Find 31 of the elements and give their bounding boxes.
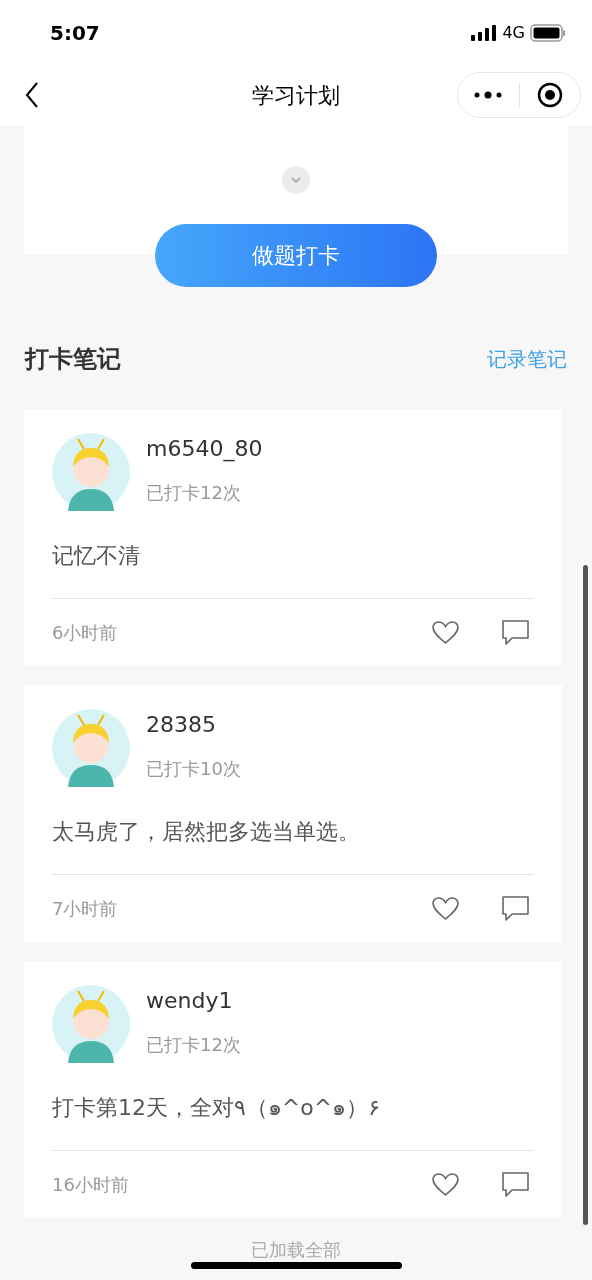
username: wendy1 (146, 987, 234, 1015)
comment-icon[interactable] (502, 1171, 529, 1198)
chevron-down-icon (290, 176, 302, 184)
check-in-button[interactable]: 做题打卡 (155, 224, 437, 287)
note-text: 记忆不清 (52, 542, 141, 570)
note-text: 太马虎了，居然把多选当单选。 (52, 818, 361, 846)
like-icon[interactable] (432, 1172, 459, 1197)
section-title: 打卡笔记 (25, 344, 121, 375)
note-text: 打卡第12天，全对٩（๑^o^๑）۶ (52, 1094, 381, 1122)
like-icon[interactable] (432, 620, 459, 645)
check-in-count: 已打卡12次 (146, 481, 242, 505)
loaded-all-text: 已加载全部 (251, 1238, 341, 1262)
username: 28385 (146, 711, 217, 739)
note-time: 6小时前 (52, 621, 119, 646)
note-time: 16小时前 (52, 1173, 130, 1198)
check-in-count: 已打卡10次 (146, 757, 241, 781)
comment-icon[interactable] (502, 895, 529, 922)
network-label: 4G (502, 21, 525, 44)
check-in-count: 已打卡12次 (146, 1033, 241, 1057)
page-title: 学习计划 (252, 81, 340, 110)
status-time: 5:07 (50, 19, 100, 47)
note-time: 7小时前 (52, 897, 119, 922)
comment-icon[interactable] (502, 619, 529, 646)
target-icon (536, 82, 563, 108)
signal-icon (471, 24, 498, 41)
record-note-link[interactable]: 记录笔记 (487, 344, 567, 374)
back-icon (25, 82, 39, 108)
like-icon[interactable] (432, 896, 459, 921)
more-icon (474, 91, 503, 99)
battery-icon (530, 23, 566, 42)
username: m6540_80 (146, 435, 263, 464)
